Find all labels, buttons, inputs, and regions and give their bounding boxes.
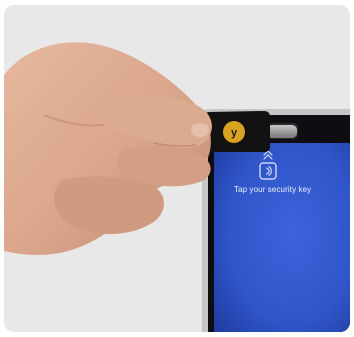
hand [4, 42, 212, 255]
photo-frame: y Tap your security key [4, 5, 350, 332]
usb-c-plug [267, 125, 297, 138]
screen-prompt-text: Tap your security key [234, 185, 312, 194]
photo-scene: y [4, 42, 350, 332]
svg-text:y: y [231, 127, 238, 139]
thumbnail [191, 123, 209, 137]
laptop-screen [214, 143, 350, 332]
